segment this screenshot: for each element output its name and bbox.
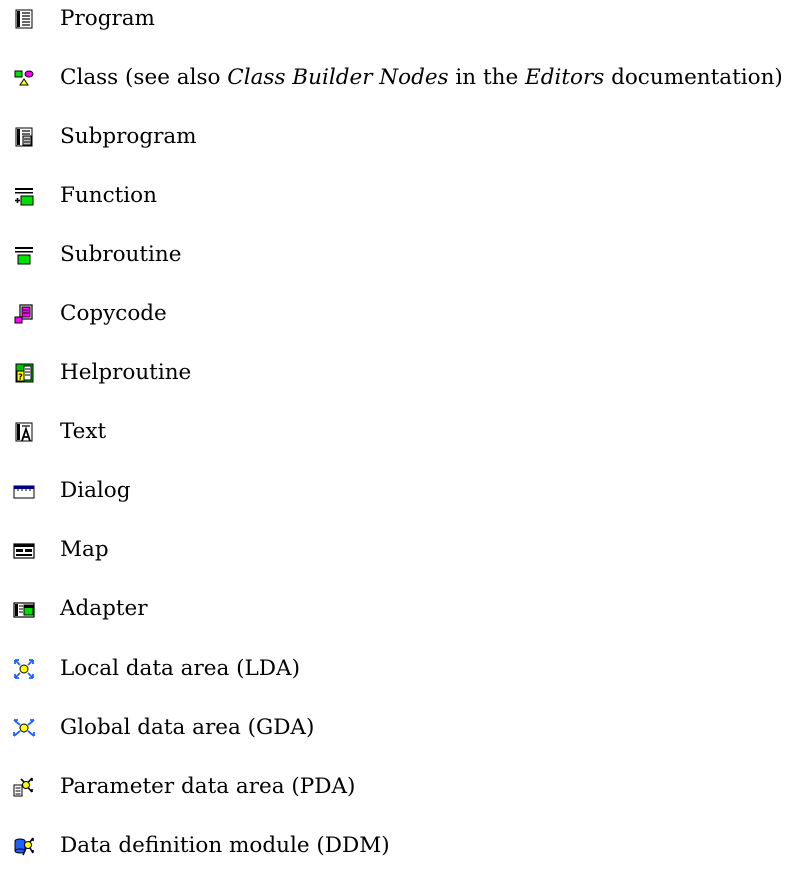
copycode-icon: [12, 302, 36, 326]
editors-ref: Editors: [525, 64, 605, 90]
class-builder-nodes-ref: Class Builder Nodes: [227, 64, 449, 90]
global-data-area-icon: [12, 716, 36, 740]
list-item-map: Map: [12, 521, 783, 580]
subroutine-label: Subroutine: [60, 241, 182, 267]
class-icon: [12, 66, 36, 90]
helproutine-label: Helproutine: [60, 360, 192, 386]
text-icon: [12, 420, 36, 444]
list-item-class: Class (see also Class Builder Nodes in t…: [12, 48, 783, 107]
list-item-subroutine: Subroutine: [12, 225, 783, 284]
helproutine-icon: ?: [12, 361, 36, 385]
program-label: Program: [60, 5, 155, 31]
list-item-text: Text: [12, 403, 783, 462]
subprogram-icon: [12, 125, 36, 149]
list-item-program: Program: [12, 0, 783, 48]
node-type-list: Program Class (see also Class Builder No…: [12, 0, 783, 875]
copycode-label: Copycode: [60, 301, 167, 327]
svg-text:?: ?: [18, 373, 23, 382]
list-item-gda: Global data area (GDA): [12, 698, 783, 757]
text-label: Text: [60, 419, 107, 445]
gda-label: Global data area (GDA): [60, 714, 315, 740]
function-label: Function: [60, 182, 157, 208]
class-label-part-1: Class (see also: [60, 64, 228, 90]
adapter-label: Adapter: [60, 596, 148, 622]
list-item-adapter: Adapter: [12, 580, 783, 639]
program-icon: [12, 7, 36, 31]
pda-label: Parameter data area (PDA): [60, 773, 356, 799]
dialog-label: Dialog: [60, 478, 131, 504]
list-item-copycode: Copycode: [12, 284, 783, 343]
class-label-part-5: documentation): [604, 64, 783, 90]
class-label: Class (see also Class Builder Nodes in t…: [60, 64, 783, 90]
lda-label: Local data area (LDA): [60, 655, 300, 681]
parameter-data-area-icon: [12, 775, 36, 799]
class-label-part-3: in the: [448, 64, 526, 90]
list-item-ddm: Data definition module (DDM): [12, 816, 783, 875]
data-definition-module-icon: [12, 834, 36, 858]
list-item-dialog: Dialog: [12, 462, 783, 521]
map-label: Map: [60, 537, 109, 563]
ddm-label: Data definition module (DDM): [60, 832, 390, 858]
function-icon: [12, 184, 36, 208]
subprogram-label: Subprogram: [60, 123, 197, 149]
list-item-function: Function: [12, 166, 783, 225]
subroutine-icon: [12, 243, 36, 267]
list-item-subprogram: Subprogram: [12, 107, 783, 166]
list-item-pda: Parameter data area (PDA): [12, 757, 783, 816]
map-icon: [12, 538, 36, 562]
list-item-helproutine: ? Helproutine: [12, 344, 783, 403]
local-data-area-icon: [12, 657, 36, 681]
dialog-icon: [12, 479, 36, 503]
adapter-icon: [12, 597, 36, 621]
list-item-lda: Local data area (LDA): [12, 639, 783, 698]
